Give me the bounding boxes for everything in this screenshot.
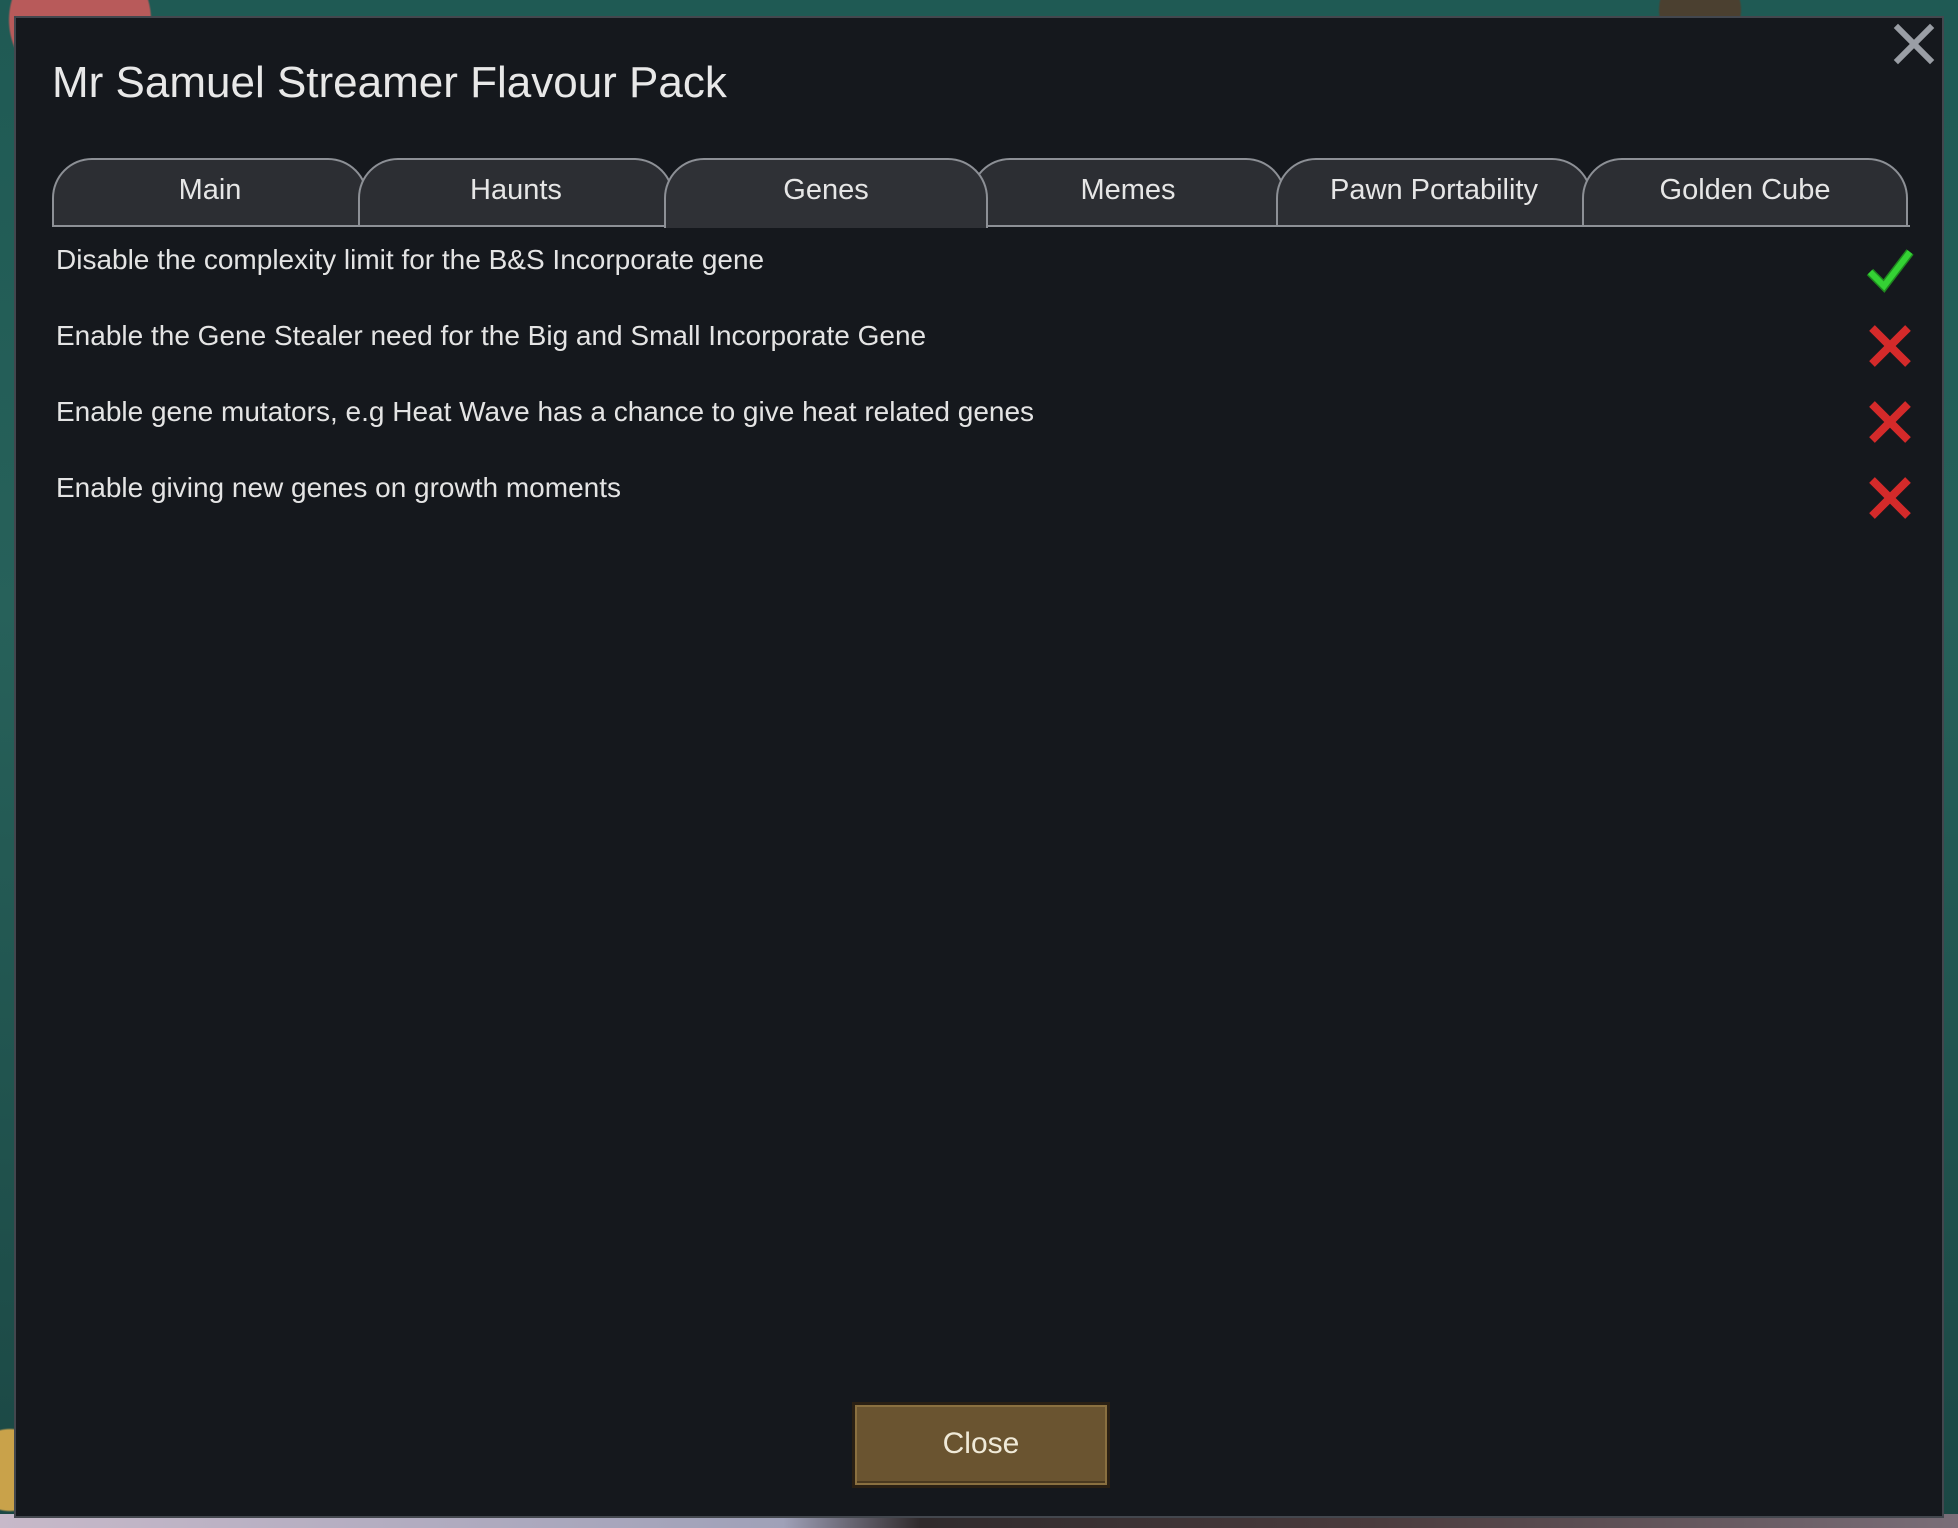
- cross-icon[interactable]: [1864, 396, 1916, 448]
- close-button[interactable]: Close: [852, 1402, 1110, 1488]
- tab-memes[interactable]: Memes: [970, 158, 1286, 226]
- options-list: Disable the complexity limit for the B&S…: [56, 236, 1916, 540]
- dialog-title: Mr Samuel Streamer Flavour Pack: [52, 58, 727, 107]
- option-label: Enable giving new genes on growth moment…: [56, 472, 622, 503]
- checkmark-icon[interactable]: [1864, 244, 1916, 296]
- tab-golden-cube[interactable]: Golden Cube: [1582, 158, 1908, 226]
- active-tab-gap: [666, 225, 986, 228]
- option-row[interactable]: Enable gene mutators, e.g Heat Wave has …: [56, 388, 1916, 464]
- option-label: Enable the Gene Stealer need for the Big…: [56, 320, 927, 351]
- tab-main[interactable]: Main: [52, 158, 368, 226]
- tab-haunts[interactable]: Haunts: [358, 158, 674, 226]
- option-label: Disable the complexity limit for the B&S…: [56, 244, 765, 275]
- option-row[interactable]: Enable the Gene Stealer need for the Big…: [56, 312, 1916, 388]
- tab-bar: Main Haunts Memes Pawn Portability Golde…: [52, 142, 1910, 228]
- tab-genes[interactable]: Genes: [664, 158, 988, 228]
- option-label: Enable gene mutators, e.g Heat Wave has …: [56, 396, 1035, 427]
- cross-icon[interactable]: [1864, 320, 1916, 372]
- close-x-icon[interactable]: [1890, 20, 1938, 68]
- option-row[interactable]: Disable the complexity limit for the B&S…: [56, 236, 1916, 312]
- option-row[interactable]: Enable giving new genes on growth moment…: [56, 464, 1916, 540]
- mod-settings-dialog: Mr Samuel Streamer Flavour Pack Main Hau…: [14, 16, 1944, 1518]
- cross-icon[interactable]: [1864, 472, 1916, 524]
- tab-pawn-portability[interactable]: Pawn Portability: [1276, 158, 1592, 226]
